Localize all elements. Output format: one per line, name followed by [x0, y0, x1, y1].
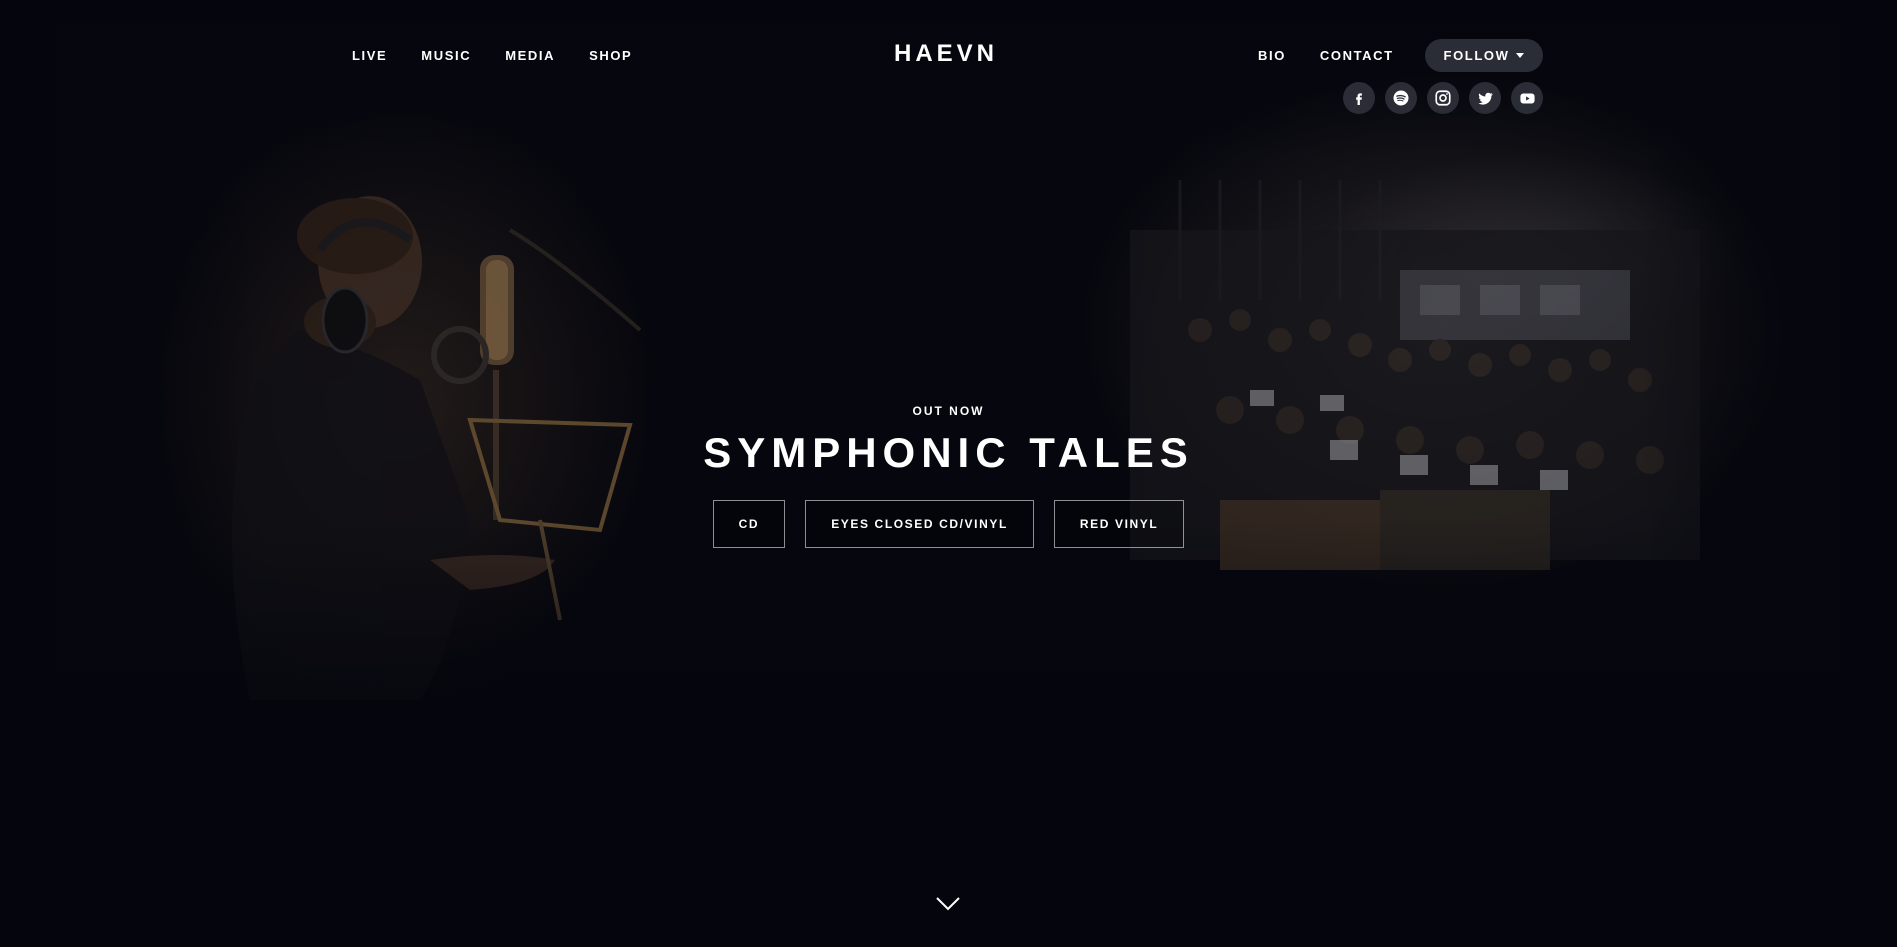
hero-content: OUT NOW SYMPHONIC TALES CD EYES CLOSED C…: [0, 404, 1897, 548]
social-links: [1343, 82, 1543, 114]
page: LIVE MUSIC MEDIA SHOP HAEVN BIO CONTACT …: [0, 0, 1897, 947]
twitter-icon[interactable]: [1469, 82, 1501, 114]
facebook-icon[interactable]: [1343, 82, 1375, 114]
nav-link-media[interactable]: MEDIA: [505, 48, 555, 64]
nav-link-contact[interactable]: CONTACT: [1320, 48, 1394, 64]
spotify-icon[interactable]: [1385, 82, 1417, 114]
eyes-closed-cd-vinyl-button[interactable]: EYES CLOSED CD/VINYL: [805, 500, 1034, 548]
caret-down-icon: [1516, 53, 1525, 58]
nav-link-live[interactable]: LIVE: [352, 48, 387, 64]
nav-link-music[interactable]: MUSIC: [421, 48, 471, 64]
follow-label: FOLLOW: [1443, 48, 1510, 63]
youtube-icon[interactable]: [1511, 82, 1543, 114]
nav-link-shop[interactable]: SHOP: [589, 48, 632, 64]
instagram-icon[interactable]: [1427, 82, 1459, 114]
hero-title: SYMPHONIC TALES: [703, 429, 1194, 476]
cd-button[interactable]: CD: [712, 500, 786, 548]
red-vinyl-button[interactable]: RED VINYL: [1053, 500, 1185, 548]
follow-dropdown-button[interactable]: FOLLOW: [1425, 39, 1543, 72]
nav-link-bio[interactable]: BIO: [1258, 48, 1286, 64]
site-logo[interactable]: HAEVN: [894, 40, 998, 68]
purchase-buttons: CD EYES CLOSED CD/VINYL RED VINYL: [0, 500, 1897, 548]
primary-nav-left: LIVE MUSIC MEDIA SHOP: [352, 48, 666, 64]
hero-eyebrow: OUT NOW: [912, 404, 985, 418]
primary-nav-right: BIO CONTACT: [1258, 48, 1428, 64]
chevron-down-icon[interactable]: [935, 896, 961, 912]
